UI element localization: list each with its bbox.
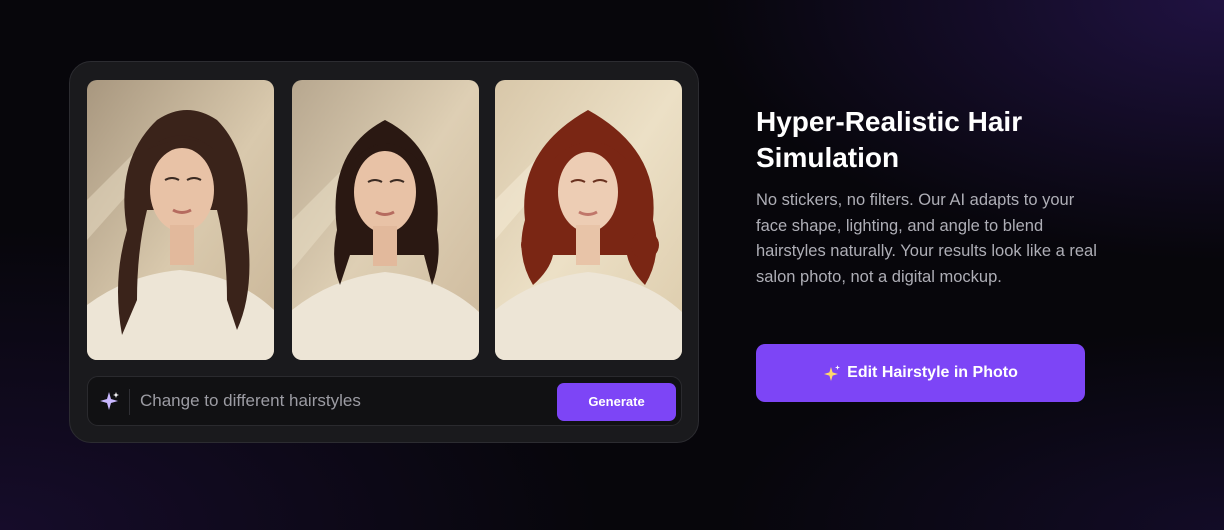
hairstyle-demo-card: Change to different hairstyles Generate (69, 61, 699, 443)
prompt-input[interactable]: Change to different hairstyles (140, 391, 361, 411)
prompt-bar[interactable]: Change to different hairstyles Generate (87, 376, 682, 426)
prompt-divider (129, 389, 130, 415)
sparkle-icon (823, 364, 841, 382)
edit-hairstyle-label: Edit Hairstyle in Photo (847, 364, 1018, 381)
sparkle-icon (98, 390, 120, 412)
photo-dark-bob-hair (292, 80, 479, 360)
edit-hairstyle-button[interactable]: Edit Hairstyle in Photo (756, 344, 1085, 402)
feature-title: Hyper-Realistic Hair Simulation (756, 106, 1023, 173)
photo-long-wavy-hair (87, 80, 274, 360)
generate-button[interactable]: Generate (557, 383, 676, 421)
feature-description: No stickers, no filters. Our AI adapts t… (756, 191, 1097, 286)
photo-auburn-curly-bob-hair (495, 80, 682, 360)
